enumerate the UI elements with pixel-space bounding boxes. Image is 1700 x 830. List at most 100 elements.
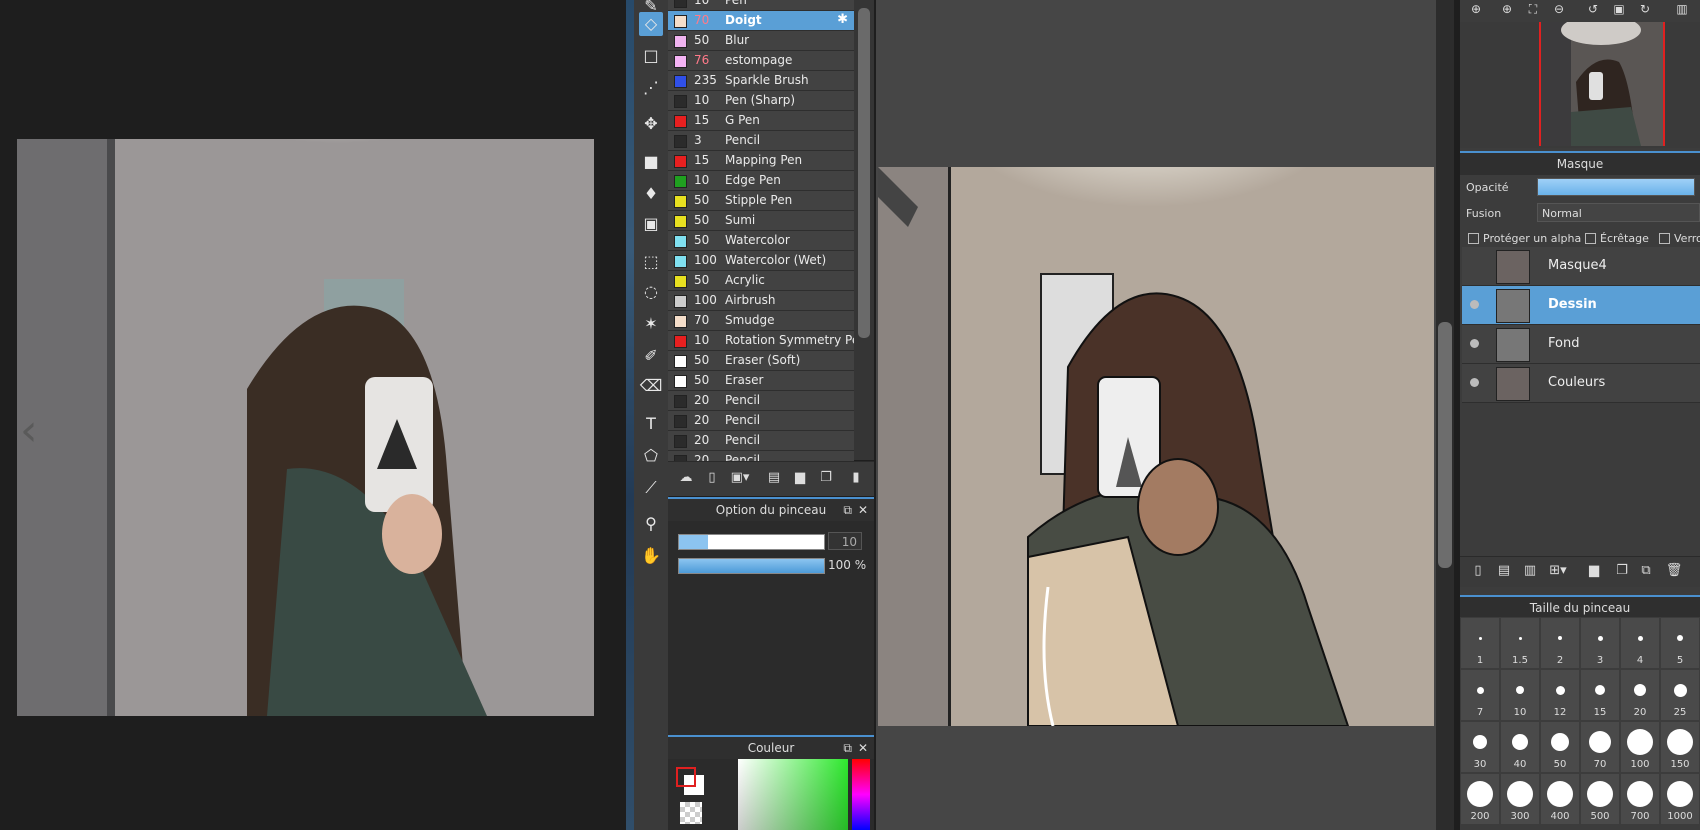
brush-item[interactable]: 100 Watercolor (Wet) bbox=[668, 251, 854, 271]
eyedropper-tool-icon[interactable]: ⚲ bbox=[639, 512, 663, 536]
brush-item[interactable]: 76 estompage bbox=[668, 51, 854, 71]
brush-list-scroll-thumb[interactable] bbox=[858, 8, 870, 338]
hue-slider[interactable] bbox=[852, 759, 870, 830]
brush-size-cell[interactable]: 70 bbox=[1581, 722, 1619, 772]
brush-toolbar-scroll-icon[interactable]: ▮ bbox=[846, 470, 866, 488]
zoom-out-icon[interactable]: ⊖ bbox=[1549, 2, 1569, 20]
fill-rectangle-tool-icon[interactable]: ■ bbox=[639, 150, 663, 174]
drawing-canvas[interactable] bbox=[878, 167, 1434, 726]
transparent-color-swatch[interactable] bbox=[680, 802, 702, 824]
brush-duplicate-icon[interactable]: ❐ bbox=[816, 470, 836, 488]
brush-folder-icon[interactable]: ▆ bbox=[790, 470, 810, 488]
add-layer-dropdown-icon[interactable]: ⊞▾ bbox=[1548, 563, 1568, 581]
brush-size-cell[interactable]: 5 bbox=[1661, 618, 1699, 668]
merge-layer-icon[interactable]: ⧉ bbox=[1636, 563, 1656, 581]
brush-size-cell[interactable]: 700 bbox=[1621, 774, 1659, 824]
layer-visibility-icon[interactable] bbox=[1470, 300, 1479, 309]
brush-item[interactable]: 20 Pencil bbox=[668, 431, 854, 451]
layer-settings-icon[interactable]: ▥ bbox=[1520, 563, 1540, 581]
hand-tool-icon[interactable]: ✋ bbox=[639, 544, 663, 568]
brush-item[interactable]: 100 Airbrush bbox=[668, 291, 854, 311]
canvas-scroll-thumb[interactable] bbox=[1438, 322, 1452, 568]
popout-icon[interactable]: ⧉ bbox=[843, 737, 852, 759]
rectangle-tool-icon[interactable]: □ bbox=[639, 44, 663, 68]
brush-size-cell[interactable]: 200 bbox=[1461, 774, 1499, 824]
close-icon[interactable]: ✕ bbox=[858, 737, 868, 759]
layer-folder-icon[interactable]: ▆ bbox=[1584, 563, 1604, 581]
select-eraser-tool-icon[interactable]: ⌫ bbox=[639, 374, 663, 398]
brush-item[interactable]: 3 Pencil bbox=[668, 131, 854, 151]
new-brush-icon[interactable]: ▯ bbox=[702, 470, 722, 488]
brush-item[interactable]: 50 Acrylic bbox=[668, 271, 854, 291]
new-layer-icon[interactable]: ▯ bbox=[1468, 563, 1488, 581]
layer-row[interactable]: Dessin bbox=[1462, 286, 1700, 325]
brush-size-cell[interactable]: 25 bbox=[1661, 670, 1699, 720]
navigator-menu-icon[interactable]: ▥ bbox=[1672, 2, 1692, 20]
brush-size-cell[interactable]: 2 bbox=[1541, 618, 1579, 668]
brush-size-cell[interactable]: 10 bbox=[1501, 670, 1539, 720]
layer-opacity-slider[interactable] bbox=[1537, 178, 1695, 196]
close-icon[interactable]: ✕ bbox=[858, 499, 868, 521]
shape-tool-icon[interactable]: ⬠ bbox=[639, 444, 663, 468]
primary-color-swatch[interactable] bbox=[676, 767, 696, 787]
lasso-tool-icon[interactable]: ◌ bbox=[639, 280, 663, 304]
brush-size-cell[interactable]: 1000 bbox=[1661, 774, 1699, 824]
brush-item[interactable]: 10 Edge Pen bbox=[668, 171, 854, 191]
brush-item[interactable]: 50 Blur bbox=[668, 31, 854, 51]
zoom-plus-icon[interactable]: ⊕ bbox=[1497, 2, 1517, 20]
brush-size-cell[interactable]: 7 bbox=[1461, 670, 1499, 720]
delete-layer-icon[interactable]: 🗑 bbox=[1664, 563, 1684, 581]
fit-screen-icon[interactable]: ⛶ bbox=[1523, 2, 1543, 20]
brush-settings-gear-icon[interactable]: ✱ bbox=[837, 12, 848, 27]
layer-row[interactable]: Fond bbox=[1462, 325, 1700, 364]
select-pen-tool-icon[interactable]: ✐ bbox=[639, 344, 663, 368]
brush-size-cell[interactable]: 12 bbox=[1541, 670, 1579, 720]
new-layer-copy-icon[interactable]: ▤ bbox=[1494, 563, 1514, 581]
brush-size-value[interactable]: 10 bbox=[828, 532, 862, 550]
brush-cloud-icon[interactable]: ☁ bbox=[676, 470, 696, 488]
protect-alpha-checkbox[interactable] bbox=[1468, 233, 1479, 244]
rect-select-tool-icon[interactable]: ⬚ bbox=[639, 250, 663, 274]
layer-visibility-icon[interactable] bbox=[1470, 378, 1479, 387]
brush-item[interactable]: 10 Rotation Symmetry Pen bbox=[668, 331, 855, 351]
gradient-tool-icon[interactable]: ▣ bbox=[639, 212, 663, 236]
rotate-left-icon[interactable]: ↺ bbox=[1583, 2, 1603, 20]
lock-checkbox[interactable] bbox=[1659, 233, 1670, 244]
eraser-tool-icon[interactable]: ◇ bbox=[639, 12, 663, 36]
brush-size-slider[interactable] bbox=[678, 534, 825, 550]
brush-size-cell[interactable]: 1 bbox=[1461, 618, 1499, 668]
text-tool-icon[interactable]: T bbox=[639, 412, 663, 436]
brush-size-cell[interactable]: 400 bbox=[1541, 774, 1579, 824]
dot-brush-tool-icon[interactable]: ⋰ bbox=[639, 76, 663, 100]
brush-item[interactable]: 70 Smudge bbox=[668, 311, 854, 331]
previous-arrow-icon[interactable]: ‹ bbox=[20, 405, 38, 456]
brush-size-cell[interactable]: 1.5 bbox=[1501, 618, 1539, 668]
rotate-right-icon[interactable]: ↻ bbox=[1635, 2, 1655, 20]
brush-item[interactable]: 15 Mapping Pen bbox=[668, 151, 854, 171]
move-tool-icon[interactable]: ✥ bbox=[639, 112, 663, 136]
blend-mode-select[interactable]: Normal bbox=[1537, 203, 1700, 222]
brush-size-cell[interactable]: 20 bbox=[1621, 670, 1659, 720]
brush-size-cell[interactable]: 300 bbox=[1501, 774, 1539, 824]
brush-add-dropdown-icon[interactable]: ▣▾ bbox=[730, 470, 750, 488]
duplicate-layer-icon[interactable]: ❐ bbox=[1612, 563, 1632, 581]
popout-icon[interactable]: ⧉ bbox=[843, 499, 852, 521]
color-saturation-square[interactable] bbox=[738, 759, 848, 830]
brush-item[interactable]: 50 Stipple Pen bbox=[668, 191, 854, 211]
layer-row[interactable]: Couleurs bbox=[1462, 364, 1700, 403]
brush-item[interactable]: 10 Pen bbox=[668, 0, 854, 11]
clipping-checkbox[interactable] bbox=[1585, 233, 1596, 244]
brush-item[interactable]: 50 Sumi bbox=[668, 211, 854, 231]
layer-row[interactable]: Masque4 bbox=[1462, 247, 1700, 286]
brush-size-cell[interactable]: 100 bbox=[1621, 722, 1659, 772]
brush-item[interactable]: 20 Pencil bbox=[668, 391, 854, 411]
brush-opacity-slider[interactable] bbox=[678, 558, 825, 574]
magic-wand-tool-icon[interactable]: ✶ bbox=[639, 312, 663, 336]
brush-item[interactable]: 70 Doigt ✱ bbox=[668, 11, 854, 31]
bucket-tool-icon[interactable]: ♦ bbox=[639, 182, 663, 206]
brush-item[interactable]: 235 Sparkle Brush bbox=[668, 71, 854, 91]
brush-item[interactable]: 50 Eraser (Soft) bbox=[668, 351, 854, 371]
brush-settings-icon[interactable]: ▤ bbox=[764, 470, 784, 488]
brush-item[interactable]: 10 Pen (Sharp) bbox=[668, 91, 854, 111]
brush-item[interactable]: 15 G Pen bbox=[668, 111, 854, 131]
